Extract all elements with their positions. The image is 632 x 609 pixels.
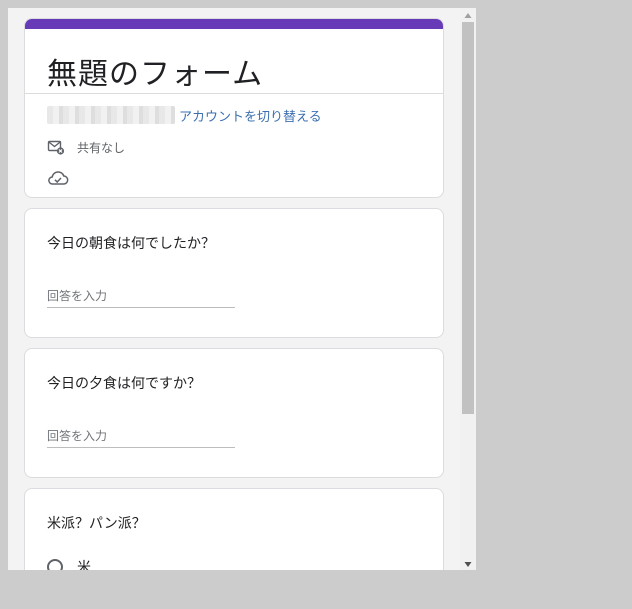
question-card: 米派？パン派？ 米 xyxy=(24,488,444,570)
switch-account-link[interactable]: アカウントを切り替える xyxy=(179,106,322,125)
answer-placeholder: 回答を入力 xyxy=(47,289,108,303)
account-row: アカウントを切り替える xyxy=(47,105,322,125)
account-email-redacted xyxy=(47,106,175,124)
header-divider xyxy=(25,93,443,94)
vertical-scrollbar[interactable] xyxy=(460,8,476,570)
question-card: 今日の朝食は何でしたか？ 回答を入力 xyxy=(24,208,444,338)
sharing-status-text: 共有なし xyxy=(77,140,126,155)
question-title: 今日の夕食は何ですか？ xyxy=(47,376,201,392)
radio-button[interactable] xyxy=(47,559,63,570)
radio-option[interactable]: 米 xyxy=(47,557,91,570)
answer-placeholder: 回答を入力 xyxy=(47,429,108,443)
scroll-up-arrow-icon[interactable] xyxy=(460,8,476,22)
answer-input[interactable]: 回答を入力 xyxy=(47,285,235,308)
scroll-down-arrow-icon[interactable] xyxy=(460,556,476,570)
question-card: 今日の夕食は何ですか？ 回答を入力 xyxy=(24,348,444,478)
form-accent-bar xyxy=(25,19,443,29)
cloud-check-icon xyxy=(47,169,69,191)
save-status-row xyxy=(47,169,69,191)
mail-x-icon xyxy=(47,138,65,156)
answer-input[interactable]: 回答を入力 xyxy=(47,425,235,448)
form-title: 無題のフォーム xyxy=(47,57,264,92)
question-title: 今日の朝食は何でしたか？ xyxy=(47,236,215,252)
form-viewport: 無題のフォーム アカウントを切り替える 共有なし 今日の朝食は何でしたか？ 回答… xyxy=(8,8,460,570)
scrollbar-thumb[interactable] xyxy=(462,22,474,414)
form-header-card: 無題のフォーム アカウントを切り替える 共有なし xyxy=(24,18,444,198)
sharing-status-row: 共有なし xyxy=(47,137,125,157)
question-title: 米派？パン派？ xyxy=(47,516,146,532)
radio-option-label: 米 xyxy=(77,560,91,570)
browser-window: 無題のフォーム アカウントを切り替える 共有なし 今日の朝食は何でしたか？ 回答… xyxy=(8,8,476,570)
